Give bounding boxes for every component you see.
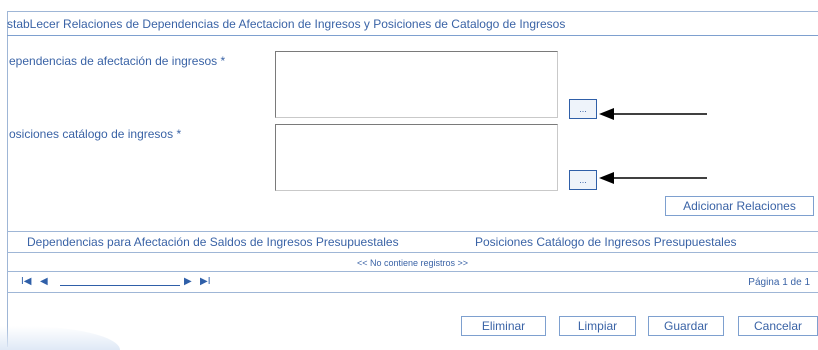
dependencias-label: ependencias de afectación de ingresos * [9,54,226,68]
eliminar-button[interactable]: Eliminar [461,316,546,336]
empty-message: << No contiene registros >> [356,258,469,268]
last-page-icon[interactable]: ▶I [200,276,210,287]
posiciones-lookup-button[interactable]: ... [569,170,597,190]
adicionar-relaciones-button[interactable]: Adicionar Relaciones [665,196,814,216]
first-page-icon[interactable]: I◀ [21,276,31,287]
form-title: stabLecer Relaciones de Dependencias de … [7,17,566,31]
table-header: Dependencias para Afectación de Saldos d… [7,231,818,253]
dependencias-field[interactable] [275,51,558,118]
posiciones-label: osiciones catálogo de ingresos * [9,127,182,141]
arrow-left-icon [599,108,707,120]
next-page-icon[interactable]: ▶ [184,276,192,287]
column-header-posiciones[interactable]: Posiciones Catálogo de Ingresos Presupue… [475,235,737,249]
dependencias-lookup-button[interactable]: ... [569,99,597,119]
limpiar-button[interactable]: Limpiar [559,316,636,336]
guardar-button[interactable]: Guardar [648,316,724,336]
column-header-dependencias[interactable]: Dependencias para Afectación de Saldos d… [27,235,399,249]
posiciones-field[interactable] [275,124,558,191]
page-indicator: Página 1 de 1 [748,277,810,288]
title-divider [7,35,818,36]
cancelar-button[interactable]: Cancelar [738,316,818,336]
prev-page-icon[interactable]: ◀ [40,276,48,287]
pager-track[interactable] [60,285,180,286]
arrow-left-icon [599,172,707,184]
pager: I◀ ◀ ▶ ▶I Página 1 de 1 [7,271,818,293]
